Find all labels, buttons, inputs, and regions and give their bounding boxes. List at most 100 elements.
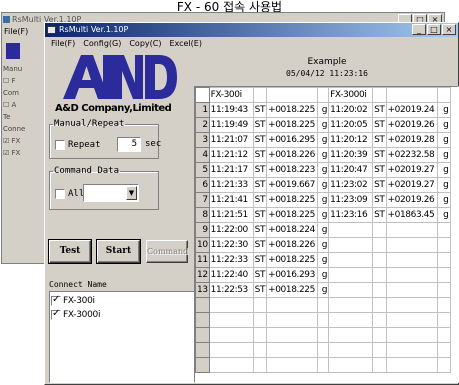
table-row[interactable]: 13 11:22:53 ST +0018.225 g [195,282,451,298]
table-cell[interactable] [317,357,330,373]
command-data-select[interactable]: ▼ [83,184,139,202]
table-cell[interactable] [372,312,387,328]
table-cell[interactable]: ST [372,207,387,223]
table-cell[interactable] [328,297,374,313]
column-header[interactable]: FX-3000i [328,87,374,103]
table-row[interactable]: 9 11:22:00 ST +0018.224 g [195,222,451,238]
table-cell[interactable]: g [317,222,330,238]
table-cell[interactable]: g [317,192,330,208]
row-number[interactable]: 11 [195,252,210,268]
table-row[interactable] [195,342,451,358]
table-cell[interactable]: g [317,267,330,283]
menu-excel[interactable]: Excel(E) [167,37,204,50]
table-cell[interactable]: ST [252,102,268,118]
row-number[interactable]: 12 [195,267,210,283]
table-cell[interactable]: 11:22:30 [208,237,254,253]
table-cell[interactable] [317,312,330,328]
table-cell[interactable] [436,267,451,283]
table-cell[interactable]: 11:20:47 [328,162,374,178]
table-cell[interactable]: ST [372,192,387,208]
column-header[interactable] [317,87,330,103]
column-header[interactable] [436,87,451,103]
table-cell[interactable]: +0016.295 [266,132,319,148]
row-number[interactable]: 10 [195,237,210,253]
row-number[interactable]: 5 [195,162,210,178]
table-cell[interactable]: +02019.27 [385,162,438,178]
row-number[interactable]: 3 [195,132,210,148]
row-number[interactable] [195,297,210,313]
table-cell[interactable] [266,297,319,313]
list-item[interactable]: FX-300i [51,294,193,308]
table-cell[interactable] [208,312,254,328]
table-cell[interactable]: +02019.26 [385,117,438,133]
titlebar[interactable]: RsMulti Ver.1.10P _ □ × [45,23,458,37]
table-row[interactable] [195,297,451,313]
table-cell[interactable]: g [317,132,330,148]
table-row[interactable]: 12 11:22:40 ST +0016.293 g [195,267,451,283]
table-cell[interactable]: +0018.226 [266,147,319,163]
table-cell[interactable]: g [436,162,451,178]
table-cell[interactable] [436,252,451,268]
table-cell[interactable]: g [436,102,451,118]
table-cell[interactable] [372,237,387,253]
table-cell[interactable]: g [317,117,330,133]
table-cell[interactable] [372,252,387,268]
table-cell[interactable]: 11:20:02 [328,102,374,118]
table-cell[interactable] [266,312,319,328]
table-cell[interactable]: ST [252,207,268,223]
table-row[interactable]: 8 11:21:51 ST +0018.225 g 11:23:16 ST +01863.45… [195,207,451,223]
table-cell[interactable] [328,342,374,358]
row-number[interactable] [195,342,210,358]
table-cell[interactable]: 11:20:05 [328,117,374,133]
table-cell[interactable]: ST [372,117,387,133]
table-cell[interactable] [436,222,451,238]
table-cell[interactable]: ST [252,177,268,193]
table-cell[interactable]: 11:21:41 [208,192,254,208]
table-cell[interactable]: ST [252,117,268,133]
table-cell[interactable]: g [317,147,330,163]
table-cell[interactable] [436,342,451,358]
command-button[interactable]: Command [146,240,188,263]
table-cell[interactable] [385,252,438,268]
table-cell[interactable]: 11:22:40 [208,267,254,283]
table-cell[interactable] [385,357,438,373]
table-cell[interactable]: ST [372,177,387,193]
table-row[interactable]: 5 11:21:17 ST +0018.223 g 11:20:47 ST +02019.27… [195,162,451,178]
table-cell[interactable]: g [317,237,330,253]
table-cell[interactable]: ST [252,162,268,178]
table-cell[interactable] [372,297,387,313]
chevron-down-icon[interactable]: ▼ [126,186,137,200]
table-cell[interactable]: 11:21:51 [208,207,254,223]
table-cell[interactable]: ST [372,147,387,163]
table-cell[interactable]: g [317,162,330,178]
table-cell[interactable] [436,282,451,298]
table-cell[interactable]: 11:22:53 [208,282,254,298]
table-cell[interactable]: 11:21:17 [208,162,254,178]
table-cell[interactable] [266,342,319,358]
row-number[interactable]: 6 [195,177,210,193]
repeat-checkbox[interactable] [55,140,65,150]
table-cell[interactable]: +01863.45 [385,207,438,223]
table-cell[interactable]: g [436,192,451,208]
table-row[interactable]: 6 11:21:33 ST +0019.667 g 11:23:02 ST +02019.27… [195,177,451,193]
table-row[interactable]: 11 11:22:33 ST +0018.225 g [195,252,451,268]
table-cell[interactable] [328,237,374,253]
table-cell[interactable] [328,357,374,373]
table-cell[interactable] [328,327,374,343]
table-cell[interactable] [252,297,268,313]
table-cell[interactable] [208,297,254,313]
row-number[interactable]: 1 [195,102,210,118]
table-cell[interactable]: ST [252,282,268,298]
table-cell[interactable] [317,327,330,343]
table-cell[interactable]: 11:22:00 [208,222,254,238]
data-grid[interactable]: FX-300i FX-3000i 1 11:19:43 ST +0018.225 g 11:2… [194,86,459,383]
table-cell[interactable] [266,357,319,373]
table-cell[interactable] [208,357,254,373]
table-row[interactable]: 1 11:19:43 ST +0018.225 g 11:20:02 ST +02019.24… [195,102,451,118]
table-cell[interactable] [372,282,387,298]
table-cell[interactable]: +0018.225 [266,117,319,133]
table-cell[interactable]: g [317,252,330,268]
table-cell[interactable] [252,312,268,328]
table-cell[interactable] [252,357,268,373]
table-cell[interactable]: +0018.225 [266,207,319,223]
